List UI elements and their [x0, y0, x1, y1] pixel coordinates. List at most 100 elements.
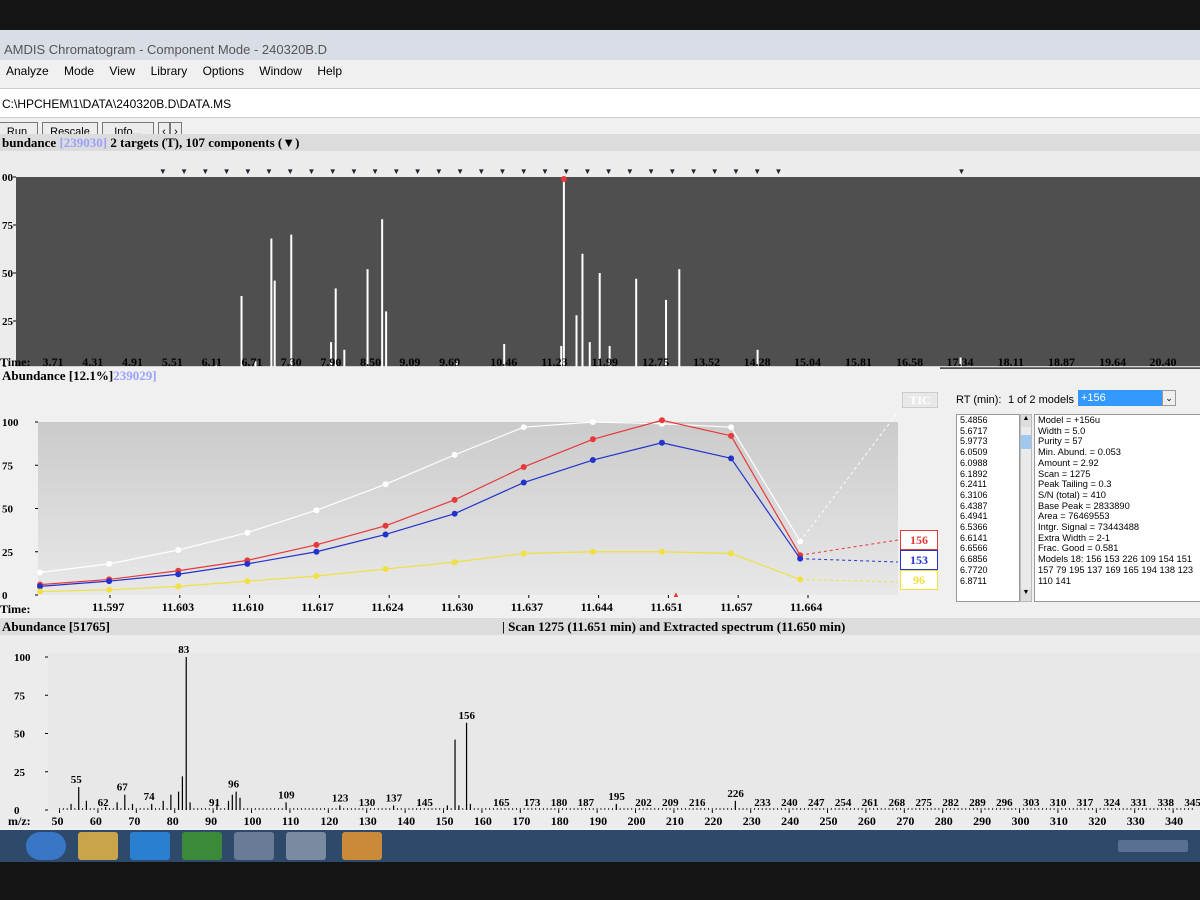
component-marker: ▼ — [329, 167, 337, 176]
bottom-x-tick-label: 300 — [1012, 814, 1030, 828]
top-x-tick-label: 17.34 — [947, 355, 974, 369]
target-marker — [560, 176, 567, 182]
info-line: Min. Abund. = 0.053 — [1038, 447, 1121, 458]
folder-icon[interactable] — [342, 832, 382, 860]
component-marker: ▼ — [308, 167, 316, 176]
ion-96-trace-point — [175, 583, 182, 590]
peak-label: 165 — [493, 797, 510, 809]
bottom-x-tick-label: 70 — [128, 814, 140, 828]
component-marker: ▼ — [583, 167, 591, 176]
calculator-icon[interactable] — [234, 832, 274, 860]
bottom-y-tick-label: 25 — [14, 767, 26, 779]
taskbar — [0, 830, 1200, 862]
bottom-y-tick-label: 50 — [14, 729, 26, 741]
legend-ion-96[interactable]: 96 — [900, 570, 938, 590]
info-line: Model = +156u — [1038, 415, 1101, 425]
internet-explorer-icon[interactable] — [130, 832, 170, 860]
info-line: Intgr. Signal = 73443488 — [1038, 522, 1140, 533]
info-line: Extra Width = 2-1 — [1038, 532, 1111, 543]
peak-label: 216 — [689, 797, 706, 809]
menu-mode[interactable]: Mode — [58, 60, 100, 82]
scroll-up-icon[interactable]: ▲ — [1021, 415, 1031, 427]
ion-96-trace-point — [589, 548, 596, 555]
legend-ion-156[interactable]: 156 — [900, 530, 938, 550]
rt-list-item[interactable]: 6.1892 — [960, 469, 1019, 480]
mid-time-label: Time: — [0, 602, 30, 616]
ion-96-trace-point — [520, 550, 527, 557]
rt-list-item[interactable]: 6.0988 — [960, 458, 1019, 469]
rt-list-item[interactable]: 6.2411 — [960, 479, 1019, 490]
rt-list[interactable]: 5.4856 5.6717 5.9773 6.0509 6.0988 6.1892 6.24… — [956, 414, 1020, 602]
rt-list-item[interactable]: 5.9773 — [960, 436, 1019, 447]
bottom-x-tick-label: 270 — [896, 814, 914, 828]
rt-list-item[interactable]: 6.6856 — [960, 554, 1019, 565]
rt-list-item[interactable]: 6.6566 — [960, 543, 1019, 554]
start-button-icon[interactable] — [26, 832, 66, 860]
legend-tic[interactable]: TIC — [902, 392, 938, 408]
menu-window[interactable]: Window — [253, 60, 308, 82]
component-marker: ▼ — [520, 167, 528, 176]
bottom-x-tick-label: 100 — [244, 814, 262, 828]
mid-abundance-value: 239029 — [113, 368, 153, 383]
peak-label: 91 — [209, 797, 220, 809]
models-count: 1 of 2 models — [1008, 394, 1075, 406]
menu-help[interactable]: Help — [311, 60, 348, 82]
mid-y-tick-label: 0 — [2, 590, 8, 602]
bottom-y-tick-label: 75 — [14, 690, 26, 702]
menu-options[interactable]: Options — [197, 60, 250, 82]
bottom-x-tick-label: 160 — [474, 814, 492, 828]
bottom-y-tick-label: 100 — [14, 652, 31, 664]
menu-library[interactable]: Library — [145, 60, 194, 82]
window-titlebar[interactable]: AMDIS Chromatogram - Component Mode - 24… — [0, 30, 1200, 60]
bottom-x-tick-label: 110 — [282, 814, 299, 828]
bottom-x-tick-label: 320 — [1088, 814, 1106, 828]
model-dropdown-arrow-icon[interactable]: ⌄ — [1162, 390, 1176, 406]
program-icon[interactable] — [286, 832, 326, 860]
rt-list-item[interactable]: 5.6717 — [960, 426, 1019, 437]
bottom-x-tick-label: 290 — [973, 814, 991, 828]
rt-list-item[interactable]: 6.5366 — [960, 522, 1019, 533]
bottom-x-tick-label: 150 — [436, 814, 454, 828]
tic-chromatogram-chart[interactable]: 025507500▼▼▼▼▼▼▼▼▼▼▼▼▼▼▼▼▼▼▼▼▼▼▼▼▼▼▼▼▼▼▼… — [0, 151, 1200, 369]
mass-spectrum-chart[interactable]: 025507510055626774839196109 123 130 137 1451… — [0, 635, 1200, 828]
file-explorer-icon[interactable] — [78, 832, 118, 860]
scroll-thumb[interactable] — [1021, 435, 1031, 449]
bottom-x-tick-label: 140 — [397, 814, 415, 828]
menu-view[interactable]: View — [103, 60, 141, 82]
bottom-x-tick-label: 330 — [1127, 814, 1145, 828]
model-select[interactable]: +156 — [1078, 390, 1162, 406]
rt-list-item[interactable]: 5.4856 — [960, 415, 1019, 426]
ion-156-trace-point — [451, 496, 458, 503]
rt-list-item[interactable]: 6.4387 — [960, 501, 1019, 512]
ion-153-trace-point — [244, 560, 251, 567]
legend-ion-153[interactable]: 153 — [900, 550, 938, 570]
bottom-x-tick-label: 130 — [359, 814, 377, 828]
top-y-tick-label: 50 — [2, 268, 14, 280]
peak-label: 202 — [635, 797, 652, 809]
extracted-ion-profile-chart[interactable]: 0 25 50 75 100 Time: 11.597 11.603 11.610 11.617 1… — [0, 382, 940, 620]
component-side-panel: RT (min): 1 of 2 models +156 ⌄ 5.4856 5.6… — [940, 380, 1200, 618]
top-x-tick-label: 18.11 — [998, 355, 1024, 369]
rt-list-item[interactable]: 6.7720 — [960, 565, 1019, 576]
peak-label: 296 — [996, 797, 1013, 809]
tic-trace-point — [175, 547, 182, 554]
rt-label: RT (min): — [956, 394, 1002, 406]
amdis-icon[interactable] — [182, 832, 222, 860]
info-line: Base Peak = 2833890 — [1038, 500, 1130, 511]
rt-list-item[interactable]: 6.4941 — [960, 511, 1019, 522]
rt-list-item[interactable]: 6.3106 — [960, 490, 1019, 501]
info-line: Frac. Good = 0.581 — [1038, 543, 1119, 554]
ion-96-trace-point — [37, 588, 44, 595]
scroll-down-icon[interactable]: ▼ — [1021, 589, 1031, 601]
file-path: C:\HPCHEM\1\DATA\240320B.D\DATA.MS — [2, 97, 232, 111]
component-marker: ▼ — [286, 167, 294, 176]
rt-list-scrollbar[interactable]: ▲ ▼ — [1020, 414, 1032, 602]
peak-label: 261 — [862, 797, 879, 809]
bottom-x-tick-label: 310 — [1050, 814, 1068, 828]
component-marker: ▼ — [265, 167, 273, 176]
rt-list-item[interactable]: 6.6141 — [960, 533, 1019, 544]
system-tray-icons[interactable] — [1118, 840, 1188, 852]
menu-analyze[interactable]: Analyze — [0, 60, 55, 82]
rt-list-item[interactable]: 6.0509 — [960, 447, 1019, 458]
rt-list-item[interactable]: 6.8711 — [960, 576, 1019, 587]
